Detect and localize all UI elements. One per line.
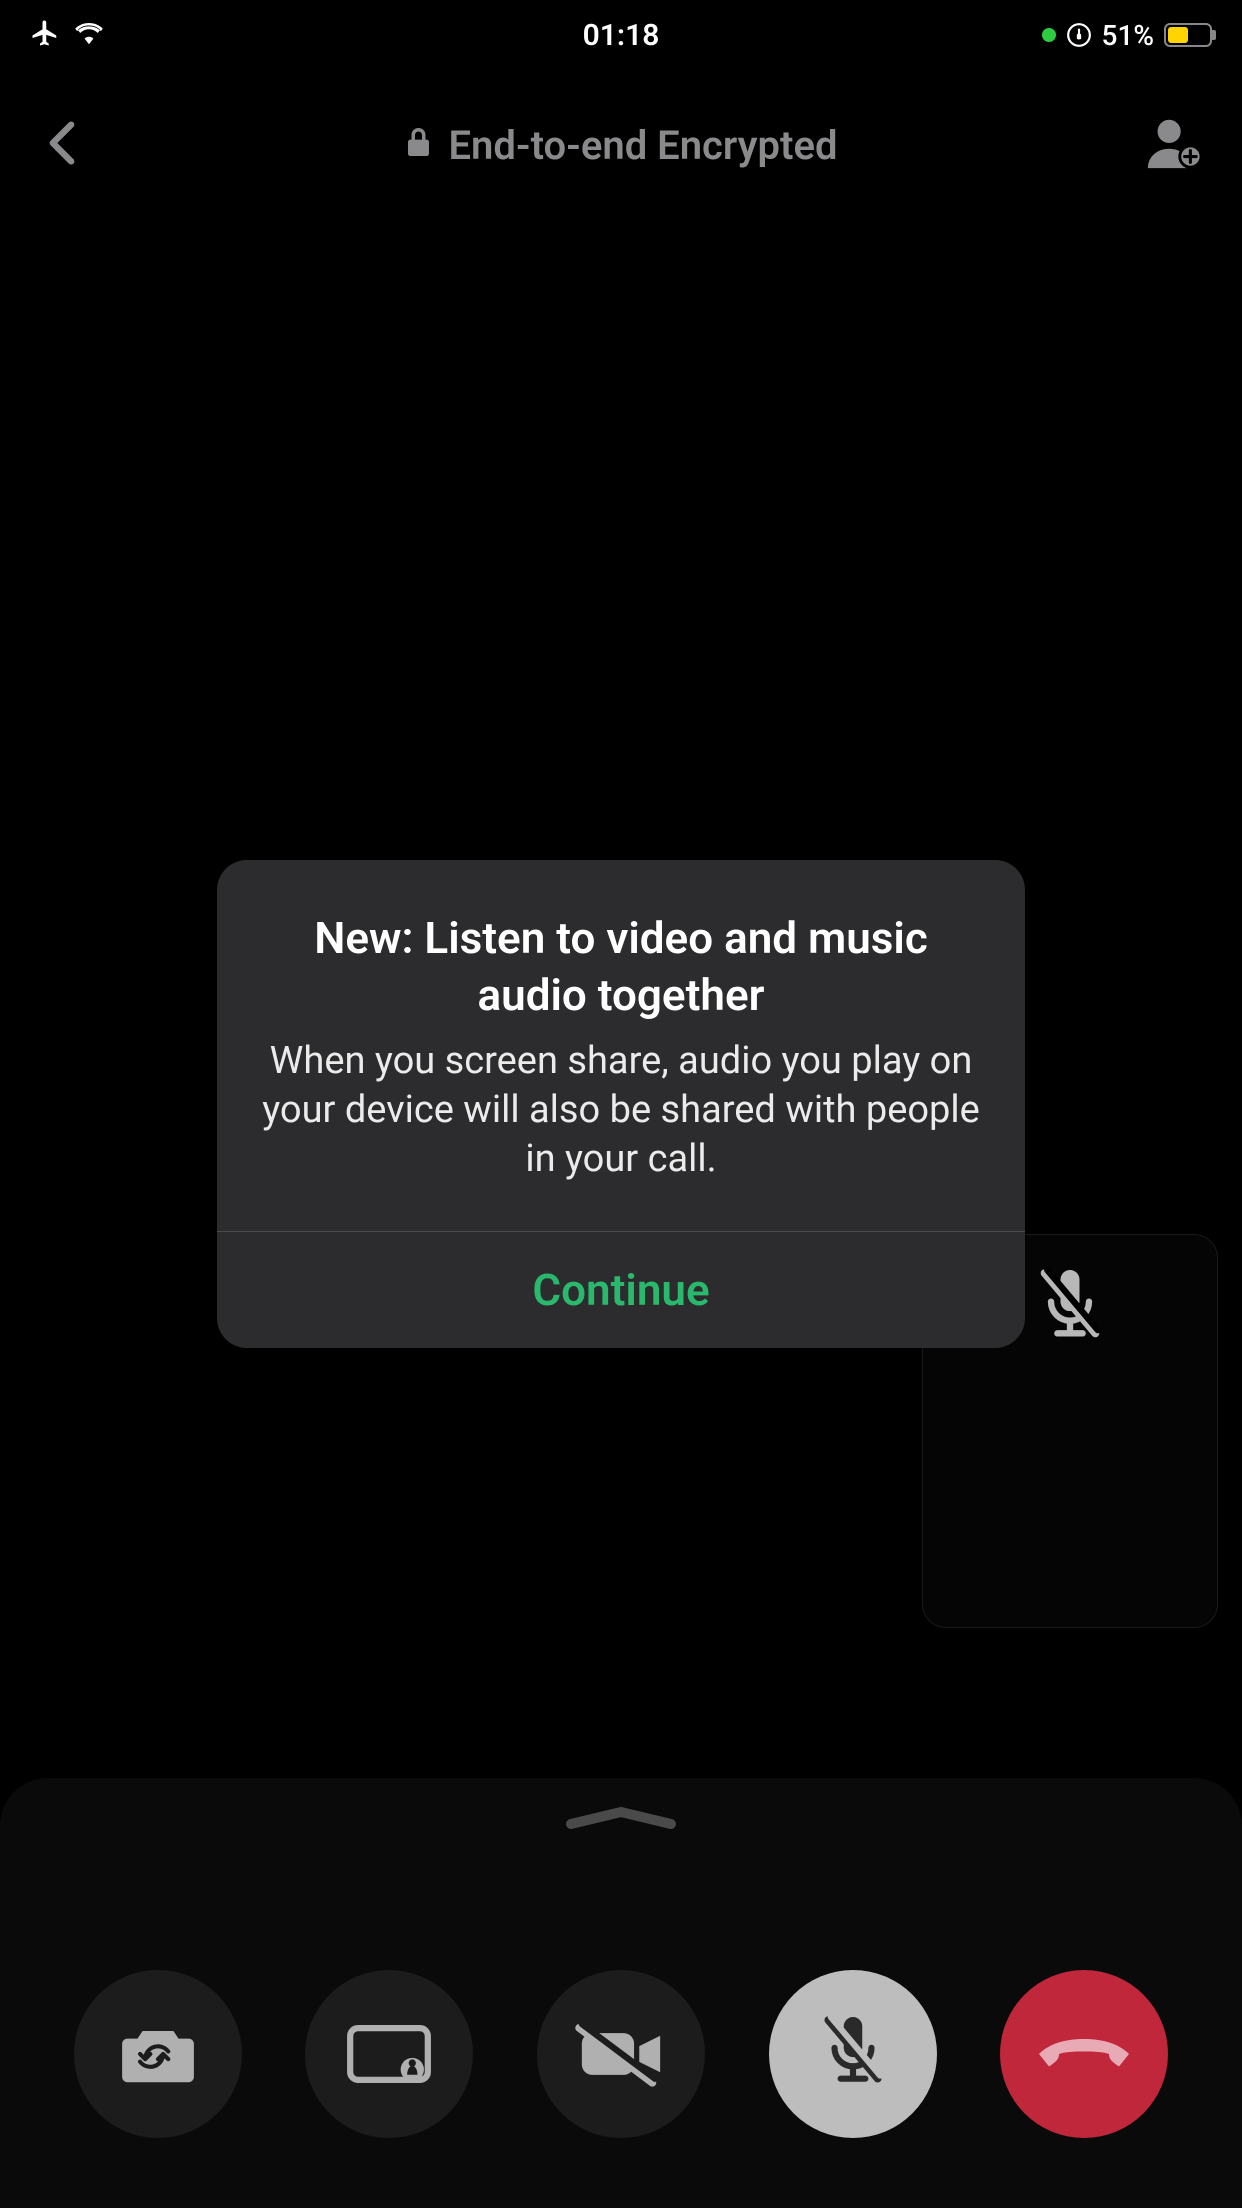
continue-button[interactable]: Continue <box>217 1232 1025 1348</box>
dialog-content: New: Listen to video and music audio tog… <box>217 860 1025 1231</box>
feature-dialog: New: Listen to video and music audio tog… <box>217 860 1025 1348</box>
dialog-overlay: New: Listen to video and music audio tog… <box>0 0 1242 2208</box>
dialog-title: New: Listen to video and music audio tog… <box>261 910 981 1024</box>
dialog-body: When you screen share, audio you play on… <box>261 1037 981 1185</box>
